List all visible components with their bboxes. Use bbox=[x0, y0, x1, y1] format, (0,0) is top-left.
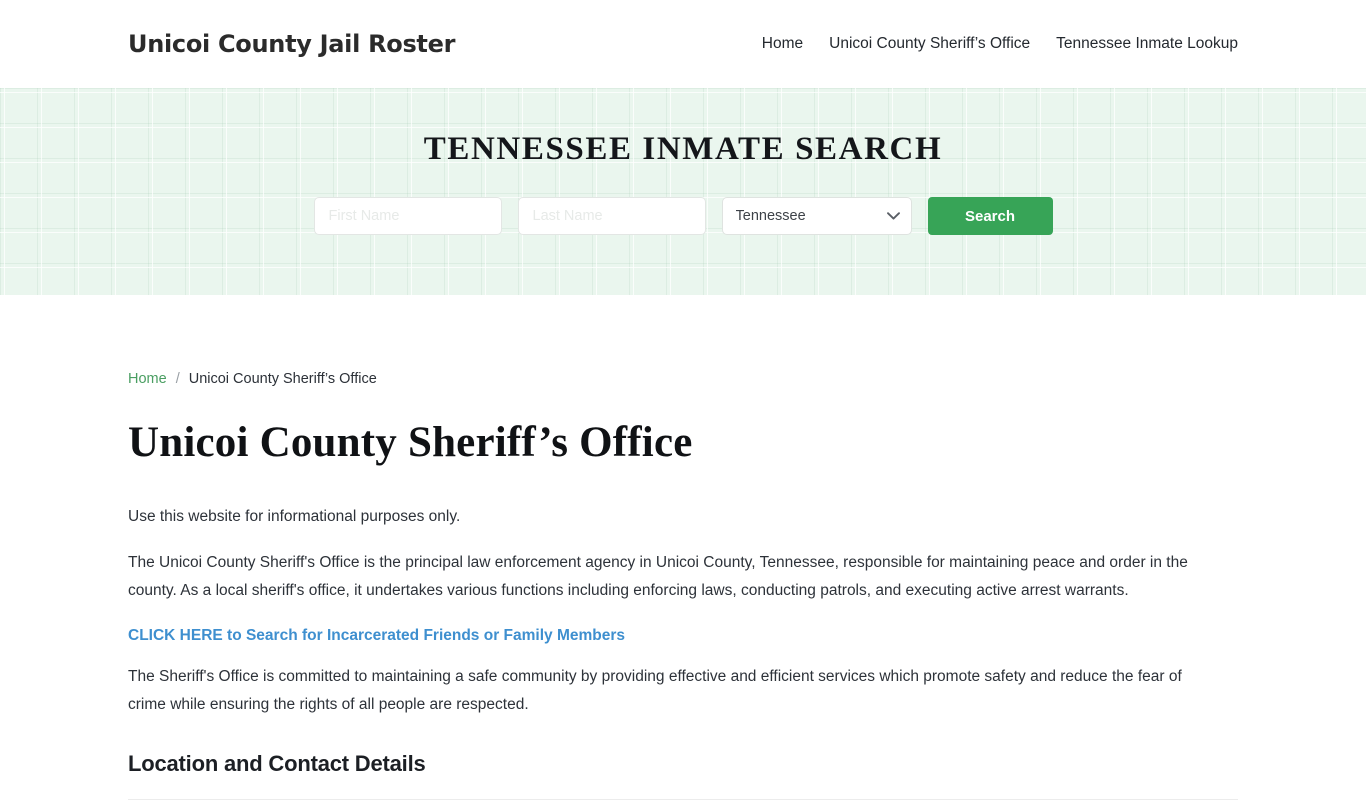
state-select-wrapper: Tennessee bbox=[721, 197, 912, 235]
hero-title: TENNESSEE INMATE SEARCH bbox=[423, 131, 943, 167]
breadcrumb: Home / Unicoi County Sheriff’s Office bbox=[128, 295, 1238, 387]
site-header: Unicoi County Jail Roster Home Unicoi Co… bbox=[0, 0, 1366, 88]
inmate-search-cta-link[interactable]: CLICK HERE to Search for Incarcerated Fr… bbox=[128, 627, 625, 645]
inmate-search-form: Tennessee Search bbox=[313, 197, 1053, 235]
search-button[interactable]: Search bbox=[927, 197, 1053, 235]
main-content: Home / Unicoi County Sheriff’s Office Un… bbox=[0, 295, 1366, 800]
main-navigation: Home Unicoi County Sheriff’s Office Tenn… bbox=[762, 35, 1238, 53]
nav-item-unicoi-county-sheriffs-office[interactable]: Unicoi County Sheriff’s Office bbox=[829, 35, 1030, 53]
breadcrumb-link-home[interactable]: Home bbox=[128, 371, 167, 387]
agency-description-paragraph: The Unicoi County Sheriff's Office is th… bbox=[128, 554, 1188, 599]
first-name-input[interactable] bbox=[313, 197, 502, 235]
site-brand-logo[interactable]: Unicoi County Jail Roster bbox=[128, 30, 455, 58]
breadcrumb-current-page: Unicoi County Sheriff’s Office bbox=[188, 371, 377, 387]
state-select[interactable]: Tennessee bbox=[721, 197, 912, 235]
breadcrumb-separator: / bbox=[175, 371, 180, 387]
hero-search-section: TENNESSEE INMATE SEARCH Tennessee Search bbox=[0, 88, 1366, 295]
section-title-location-contact: Location and Contact Details bbox=[128, 751, 426, 776]
nav-item-tennessee-inmate-lookup[interactable]: Tennessee Inmate Lookup bbox=[1056, 35, 1238, 53]
page-title: Unicoi County Sheriff’s Office bbox=[128, 419, 693, 466]
agency-commitment-paragraph: The Sheriff's Office is committed to mai… bbox=[128, 668, 1182, 713]
last-name-input[interactable] bbox=[517, 197, 706, 235]
intro-disclaimer-text: Use this website for informational purpo… bbox=[128, 508, 461, 525]
nav-item-home[interactable]: Home bbox=[762, 35, 803, 53]
